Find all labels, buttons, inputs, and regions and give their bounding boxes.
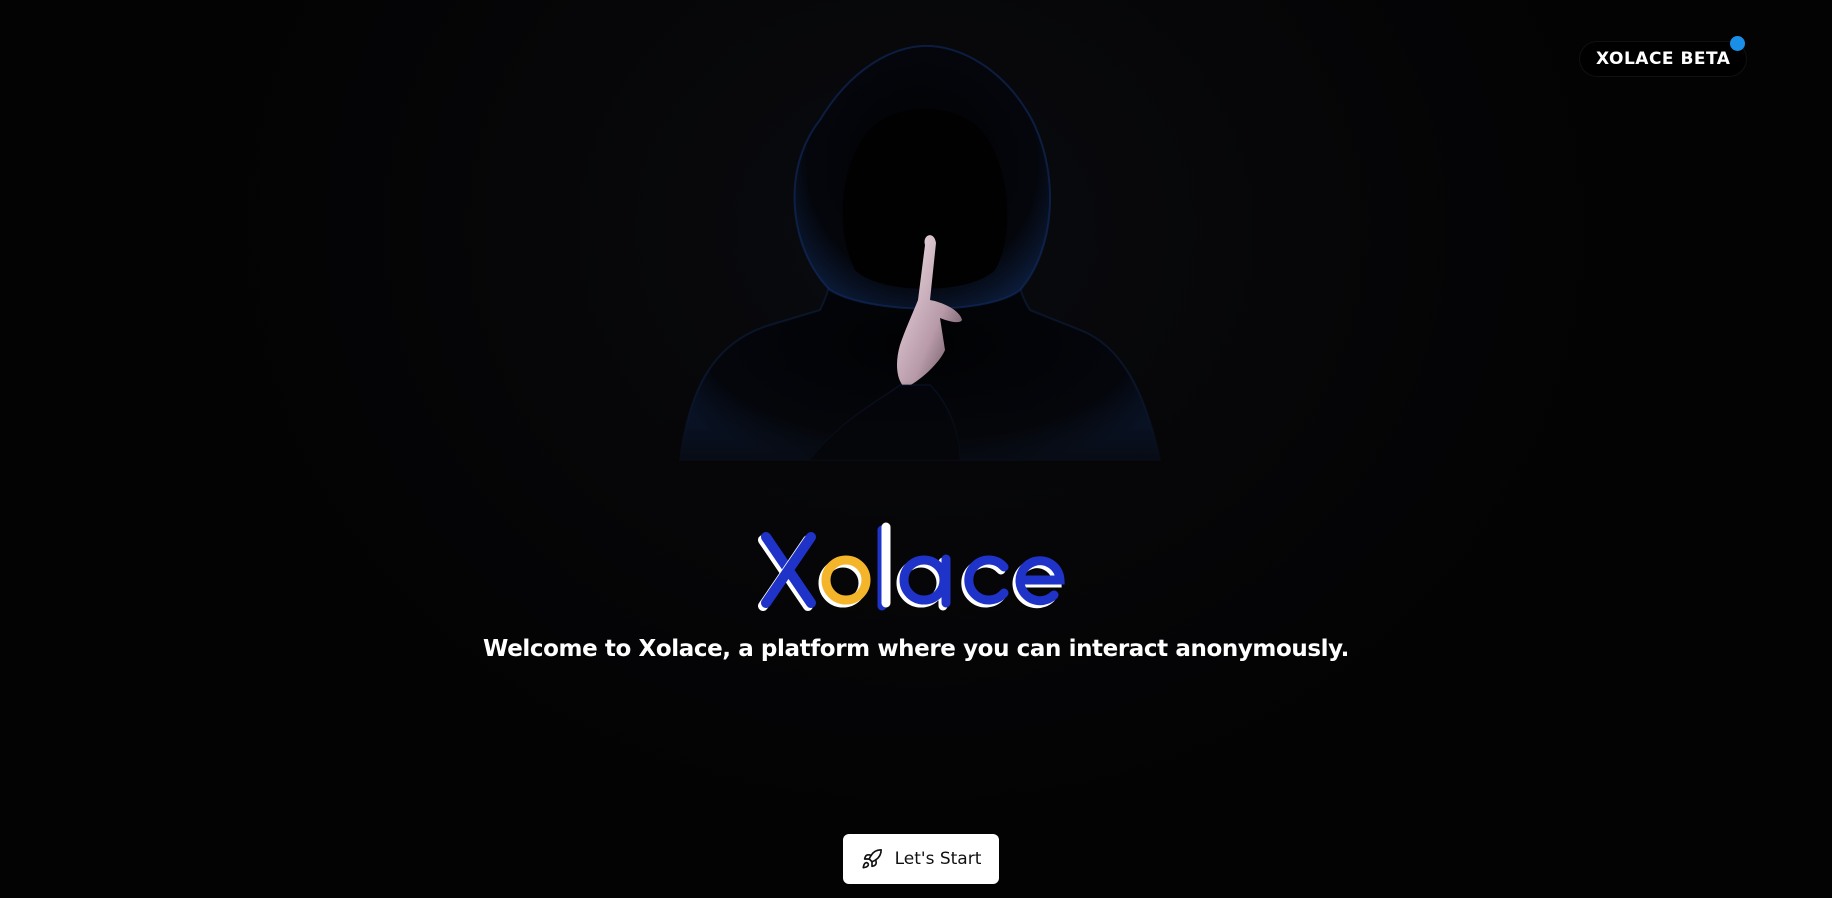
rocket-icon (861, 848, 883, 870)
hooded-figure-icon (660, 44, 1180, 490)
landing-page: XOLACE BETA Welcome to Xolace, a platfor… (0, 0, 1832, 898)
xolace-logo (0, 515, 1832, 615)
beta-indicator-dot (1730, 36, 1745, 51)
lets-start-button[interactable]: Let's Start (843, 834, 999, 884)
xolace-logo-wordmark (758, 522, 1065, 611)
logo-letter-e (1012, 556, 1065, 609)
logo-letter-x (758, 532, 816, 611)
logo-letter-c (961, 555, 1009, 608)
logo-letter-o (818, 555, 871, 608)
lets-start-label: Let's Start (894, 849, 982, 869)
welcome-tagline: Welcome to Xolace, a platform where you … (483, 636, 1349, 662)
logo-letter-l (877, 522, 891, 611)
beta-badge-label: XOLACE BETA (1596, 49, 1731, 69)
logo-letter-a (896, 554, 951, 611)
hooded-figure-image (660, 40, 1180, 490)
beta-badge: XOLACE BETA (1580, 42, 1747, 76)
